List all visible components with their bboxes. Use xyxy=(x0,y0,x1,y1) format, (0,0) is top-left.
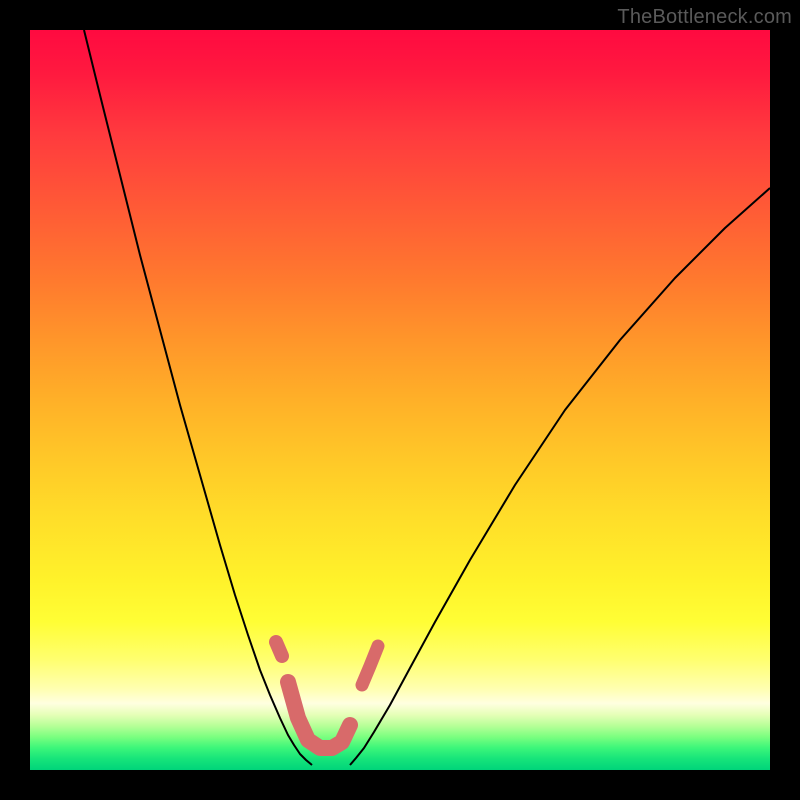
outer-frame: TheBottleneck.com xyxy=(0,0,800,800)
series-marker-left-pair xyxy=(276,642,282,656)
watermark-text: TheBottleneck.com xyxy=(617,6,792,29)
series-right-curve xyxy=(350,188,770,765)
chart-svg xyxy=(30,30,770,770)
series-marker-right-dots xyxy=(362,646,378,685)
series-marker-bottom-u xyxy=(288,682,350,748)
